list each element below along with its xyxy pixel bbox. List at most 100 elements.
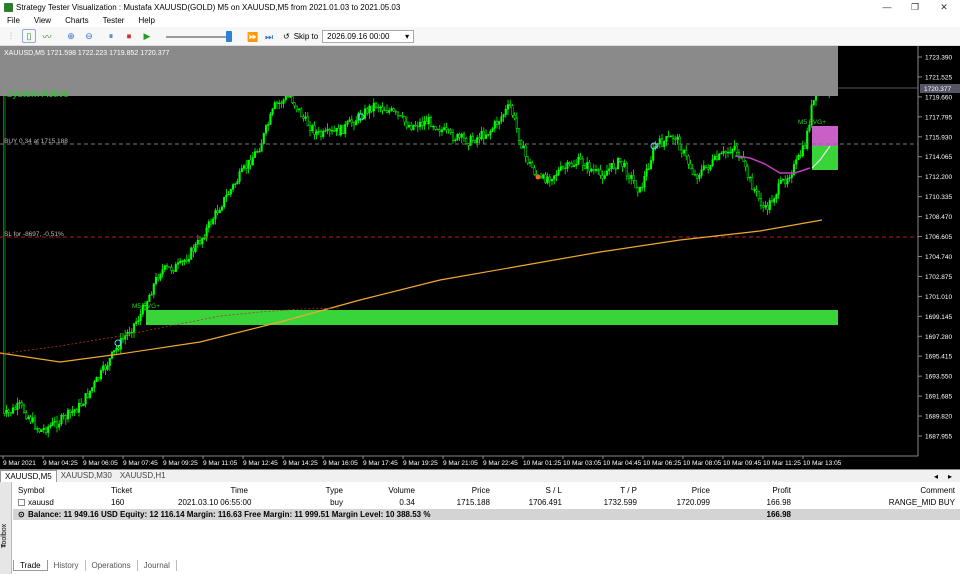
bar-chart-icon[interactable]: ⫶ xyxy=(4,29,18,43)
minimize-button[interactable]: — xyxy=(873,0,901,14)
tab-trade[interactable]: Trade xyxy=(13,560,48,571)
col-sl[interactable]: S / L xyxy=(513,485,562,496)
col-volume[interactable]: Volume xyxy=(353,485,415,496)
candle-body xyxy=(555,174,558,176)
col-symbol[interactable]: Symbol xyxy=(18,485,45,496)
line-chart-icon[interactable]: 〰 xyxy=(40,29,54,43)
candle-body xyxy=(22,404,26,413)
candle-body xyxy=(781,178,785,181)
candle-body xyxy=(421,121,424,126)
candle-body xyxy=(429,117,433,127)
candle-body xyxy=(634,180,637,189)
candle-body xyxy=(326,128,329,131)
candle-body xyxy=(165,265,169,268)
play-icon[interactable]: ▶ xyxy=(140,29,154,43)
candle-body xyxy=(766,205,769,210)
step-forward-icon[interactable]: ⏩ xyxy=(246,30,260,44)
fast-forward-icon[interactable]: ⏭ xyxy=(262,30,276,44)
tab-operations[interactable]: Operations xyxy=(86,560,138,571)
skip-date-field[interactable]: 2026.09.16 00:00 ▾ xyxy=(322,30,415,43)
candle-body xyxy=(225,194,228,198)
candle-body xyxy=(308,125,312,131)
candle-body xyxy=(249,159,252,166)
candle-body xyxy=(346,121,349,125)
candle-body xyxy=(522,145,525,149)
candle-body xyxy=(586,162,589,169)
candle-body xyxy=(95,377,98,382)
candle-body xyxy=(258,151,261,153)
candle-body xyxy=(401,115,404,117)
candle-body xyxy=(696,174,699,179)
candle-body xyxy=(53,421,56,423)
candle-body xyxy=(29,416,32,423)
menu-tester[interactable]: Tester xyxy=(96,16,132,25)
price-chart[interactable]: XAUUSD,M5 1721.598 1722.223 1719.852 172… xyxy=(0,46,960,469)
price-tick-label: 1721.525 xyxy=(925,74,952,81)
candle-body xyxy=(306,116,309,127)
candle-body xyxy=(194,244,197,252)
candle-body xyxy=(528,161,532,164)
calendar-icon[interactable]: ▾ xyxy=(405,32,409,41)
close-button[interactable]: ✕ xyxy=(930,0,958,14)
speed-slider-thumb[interactable] xyxy=(226,31,232,42)
candle-body xyxy=(370,105,373,112)
candle-body xyxy=(262,133,265,144)
candle-body xyxy=(597,169,600,171)
candle-body xyxy=(157,277,160,280)
menu-view[interactable]: View xyxy=(27,16,58,25)
menu-help[interactable]: Help xyxy=(131,16,161,25)
candle-body xyxy=(513,114,516,119)
candle-body xyxy=(84,393,87,405)
time-tick-label: 10 Mar 06:25 xyxy=(643,460,682,467)
table-row[interactable]: xauusd 160 2021.03.10 06:55:00 buy 0.34 … xyxy=(13,497,960,508)
col-type[interactable]: Type xyxy=(293,485,343,496)
tab-journal[interactable]: Journal xyxy=(138,560,177,571)
candle-body xyxy=(341,125,345,134)
candle-body xyxy=(594,169,598,171)
col-ticket[interactable]: Ticket xyxy=(111,485,132,496)
tab-xauusd-h1[interactable]: XAUUSD,H1 xyxy=(116,470,170,482)
candle-body xyxy=(121,338,125,340)
candle-body xyxy=(630,175,633,179)
col-tp[interactable]: T / P xyxy=(593,485,637,496)
candle-body xyxy=(471,136,474,141)
candle-body xyxy=(487,134,490,136)
candle-body xyxy=(762,205,765,208)
candle-body xyxy=(115,347,118,351)
scroll-right-icon[interactable]: ▸ xyxy=(948,472,952,481)
candle-body xyxy=(379,106,382,109)
tab-history[interactable]: History xyxy=(48,560,86,571)
candle-body xyxy=(93,381,96,388)
maximize-button[interactable]: ❐ xyxy=(901,0,929,14)
system-status-label: System Active xyxy=(6,89,69,100)
fvg-zone-bottom xyxy=(146,310,838,325)
candle-body xyxy=(355,120,358,126)
tab-xauusd-m30[interactable]: XAUUSD,M30 xyxy=(57,470,116,482)
candle-chart-icon[interactable]: ▯ xyxy=(22,29,36,43)
stop-icon[interactable]: ⏹ xyxy=(122,29,136,43)
menu-file[interactable]: File xyxy=(0,16,27,25)
cell-symbol-text: xauusd xyxy=(28,498,54,507)
candle-body xyxy=(245,165,248,169)
speed-slider-track[interactable] xyxy=(166,36,228,38)
candle-body xyxy=(27,416,30,419)
candle-body xyxy=(313,125,316,135)
candle-body xyxy=(137,320,140,322)
candle-body xyxy=(390,108,393,111)
col-comment[interactable]: Comment xyxy=(873,485,955,496)
candle-body xyxy=(344,124,347,134)
tab-xauusd-m5[interactable]: XAUUSD,M5 xyxy=(0,470,57,482)
col-profit[interactable]: Profit xyxy=(733,485,791,496)
zoom-out-icon[interactable]: ⊖ xyxy=(82,29,96,43)
candle-body xyxy=(707,167,710,170)
menu-charts[interactable]: Charts xyxy=(58,16,96,25)
col-price[interactable]: Price xyxy=(433,485,490,496)
price-tick-label: 1708.470 xyxy=(925,214,952,221)
candle-body xyxy=(71,411,74,414)
zoom-in-icon[interactable]: ⊕ xyxy=(64,29,78,43)
candle-body xyxy=(759,198,763,206)
col-time[interactable]: Time xyxy=(193,485,248,496)
pause-icon[interactable]: ⏸ xyxy=(104,29,118,43)
col-current-price[interactable]: Price xyxy=(663,485,710,496)
scroll-left-icon[interactable]: ◂ xyxy=(934,472,938,481)
